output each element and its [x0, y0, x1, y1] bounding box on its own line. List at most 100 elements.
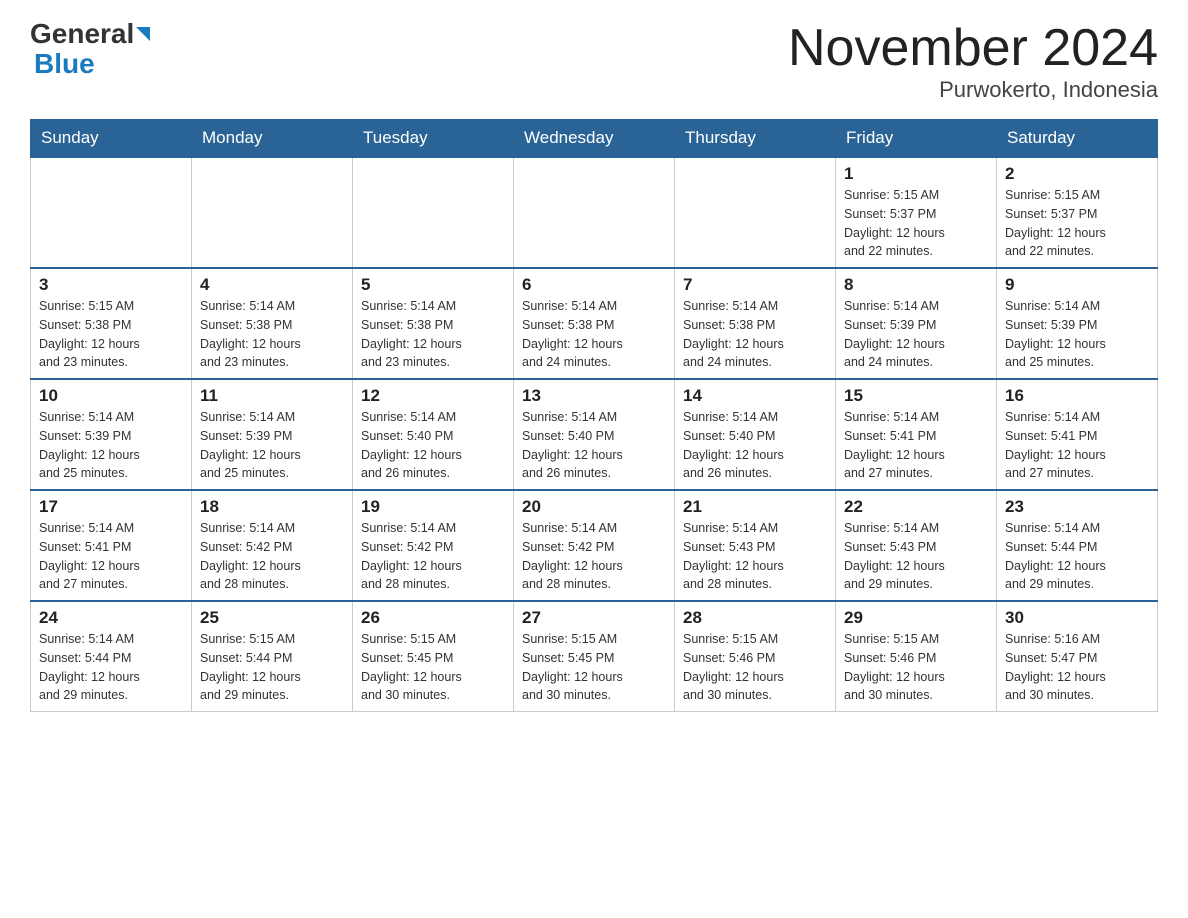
table-row: 18Sunrise: 5:14 AMSunset: 5:42 PMDayligh… [192, 490, 353, 601]
table-row: 11Sunrise: 5:14 AMSunset: 5:39 PMDayligh… [192, 379, 353, 490]
calendar-week-row: 24Sunrise: 5:14 AMSunset: 5:44 PMDayligh… [31, 601, 1158, 712]
table-row: 21Sunrise: 5:14 AMSunset: 5:43 PMDayligh… [675, 490, 836, 601]
calendar-week-row: 3Sunrise: 5:15 AMSunset: 5:38 PMDaylight… [31, 268, 1158, 379]
day-number: 19 [361, 497, 505, 517]
day-number: 25 [200, 608, 344, 628]
table-row [31, 157, 192, 268]
day-number: 14 [683, 386, 827, 406]
logo: General Blue [30, 20, 150, 80]
calendar-header-row: Sunday Monday Tuesday Wednesday Thursday… [31, 120, 1158, 158]
day-number: 4 [200, 275, 344, 295]
table-row: 14Sunrise: 5:14 AMSunset: 5:40 PMDayligh… [675, 379, 836, 490]
day-info: Sunrise: 5:14 AMSunset: 5:40 PMDaylight:… [683, 408, 827, 483]
day-number: 12 [361, 386, 505, 406]
calendar-week-row: 17Sunrise: 5:14 AMSunset: 5:41 PMDayligh… [31, 490, 1158, 601]
day-info: Sunrise: 5:14 AMSunset: 5:39 PMDaylight:… [39, 408, 183, 483]
table-row: 27Sunrise: 5:15 AMSunset: 5:45 PMDayligh… [514, 601, 675, 712]
day-info: Sunrise: 5:14 AMSunset: 5:40 PMDaylight:… [522, 408, 666, 483]
table-row: 3Sunrise: 5:15 AMSunset: 5:38 PMDaylight… [31, 268, 192, 379]
day-info: Sunrise: 5:15 AMSunset: 5:45 PMDaylight:… [522, 630, 666, 705]
header-monday: Monday [192, 120, 353, 158]
day-info: Sunrise: 5:14 AMSunset: 5:43 PMDaylight:… [844, 519, 988, 594]
table-row: 29Sunrise: 5:15 AMSunset: 5:46 PMDayligh… [836, 601, 997, 712]
day-number: 24 [39, 608, 183, 628]
table-row: 6Sunrise: 5:14 AMSunset: 5:38 PMDaylight… [514, 268, 675, 379]
day-info: Sunrise: 5:15 AMSunset: 5:38 PMDaylight:… [39, 297, 183, 372]
table-row: 23Sunrise: 5:14 AMSunset: 5:44 PMDayligh… [997, 490, 1158, 601]
title-block: November 2024 Purwokerto, Indonesia [788, 20, 1158, 103]
table-row: 9Sunrise: 5:14 AMSunset: 5:39 PMDaylight… [997, 268, 1158, 379]
day-number: 15 [844, 386, 988, 406]
calendar-title: November 2024 [788, 20, 1158, 77]
calendar-week-row: 1Sunrise: 5:15 AMSunset: 5:37 PMDaylight… [31, 157, 1158, 268]
table-row: 26Sunrise: 5:15 AMSunset: 5:45 PMDayligh… [353, 601, 514, 712]
day-info: Sunrise: 5:15 AMSunset: 5:46 PMDaylight:… [683, 630, 827, 705]
day-number: 20 [522, 497, 666, 517]
day-info: Sunrise: 5:15 AMSunset: 5:46 PMDaylight:… [844, 630, 988, 705]
table-row: 16Sunrise: 5:14 AMSunset: 5:41 PMDayligh… [997, 379, 1158, 490]
day-info: Sunrise: 5:14 AMSunset: 5:38 PMDaylight:… [361, 297, 505, 372]
calendar-subtitle: Purwokerto, Indonesia [788, 77, 1158, 103]
day-number: 9 [1005, 275, 1149, 295]
table-row: 17Sunrise: 5:14 AMSunset: 5:41 PMDayligh… [31, 490, 192, 601]
table-row: 2Sunrise: 5:15 AMSunset: 5:37 PMDaylight… [997, 157, 1158, 268]
calendar-week-row: 10Sunrise: 5:14 AMSunset: 5:39 PMDayligh… [31, 379, 1158, 490]
header-saturday: Saturday [997, 120, 1158, 158]
day-info: Sunrise: 5:14 AMSunset: 5:42 PMDaylight:… [522, 519, 666, 594]
day-info: Sunrise: 5:14 AMSunset: 5:38 PMDaylight:… [200, 297, 344, 372]
day-info: Sunrise: 5:14 AMSunset: 5:39 PMDaylight:… [844, 297, 988, 372]
day-number: 17 [39, 497, 183, 517]
day-number: 8 [844, 275, 988, 295]
day-info: Sunrise: 5:14 AMSunset: 5:43 PMDaylight:… [683, 519, 827, 594]
day-info: Sunrise: 5:15 AMSunset: 5:44 PMDaylight:… [200, 630, 344, 705]
day-number: 10 [39, 386, 183, 406]
day-info: Sunrise: 5:14 AMSunset: 5:44 PMDaylight:… [1005, 519, 1149, 594]
day-number: 7 [683, 275, 827, 295]
table-row: 30Sunrise: 5:16 AMSunset: 5:47 PMDayligh… [997, 601, 1158, 712]
table-row: 19Sunrise: 5:14 AMSunset: 5:42 PMDayligh… [353, 490, 514, 601]
table-row: 1Sunrise: 5:15 AMSunset: 5:37 PMDaylight… [836, 157, 997, 268]
table-row: 13Sunrise: 5:14 AMSunset: 5:40 PMDayligh… [514, 379, 675, 490]
day-number: 6 [522, 275, 666, 295]
table-row: 12Sunrise: 5:14 AMSunset: 5:40 PMDayligh… [353, 379, 514, 490]
day-info: Sunrise: 5:14 AMSunset: 5:41 PMDaylight:… [1005, 408, 1149, 483]
table-row: 24Sunrise: 5:14 AMSunset: 5:44 PMDayligh… [31, 601, 192, 712]
day-info: Sunrise: 5:14 AMSunset: 5:38 PMDaylight:… [522, 297, 666, 372]
day-number: 5 [361, 275, 505, 295]
table-row: 5Sunrise: 5:14 AMSunset: 5:38 PMDaylight… [353, 268, 514, 379]
logo-general: General [30, 20, 134, 48]
table-row [675, 157, 836, 268]
day-number: 11 [200, 386, 344, 406]
day-number: 27 [522, 608, 666, 628]
header-wednesday: Wednesday [514, 120, 675, 158]
table-row: 7Sunrise: 5:14 AMSunset: 5:38 PMDaylight… [675, 268, 836, 379]
day-info: Sunrise: 5:15 AMSunset: 5:37 PMDaylight:… [844, 186, 988, 261]
day-info: Sunrise: 5:14 AMSunset: 5:41 PMDaylight:… [844, 408, 988, 483]
day-info: Sunrise: 5:15 AMSunset: 5:37 PMDaylight:… [1005, 186, 1149, 261]
table-row: 4Sunrise: 5:14 AMSunset: 5:38 PMDaylight… [192, 268, 353, 379]
day-number: 28 [683, 608, 827, 628]
day-number: 22 [844, 497, 988, 517]
day-info: Sunrise: 5:14 AMSunset: 5:39 PMDaylight:… [200, 408, 344, 483]
day-info: Sunrise: 5:15 AMSunset: 5:45 PMDaylight:… [361, 630, 505, 705]
table-row [192, 157, 353, 268]
table-row: 20Sunrise: 5:14 AMSunset: 5:42 PMDayligh… [514, 490, 675, 601]
day-info: Sunrise: 5:14 AMSunset: 5:44 PMDaylight:… [39, 630, 183, 705]
day-number: 13 [522, 386, 666, 406]
table-row: 10Sunrise: 5:14 AMSunset: 5:39 PMDayligh… [31, 379, 192, 490]
table-row [514, 157, 675, 268]
page-header: General Blue November 2024 Purwokerto, I… [30, 20, 1158, 103]
day-number: 26 [361, 608, 505, 628]
day-number: 21 [683, 497, 827, 517]
day-info: Sunrise: 5:14 AMSunset: 5:40 PMDaylight:… [361, 408, 505, 483]
header-sunday: Sunday [31, 120, 192, 158]
day-number: 16 [1005, 386, 1149, 406]
day-info: Sunrise: 5:14 AMSunset: 5:41 PMDaylight:… [39, 519, 183, 594]
day-number: 3 [39, 275, 183, 295]
table-row [353, 157, 514, 268]
day-number: 29 [844, 608, 988, 628]
header-thursday: Thursday [675, 120, 836, 158]
table-row: 8Sunrise: 5:14 AMSunset: 5:39 PMDaylight… [836, 268, 997, 379]
day-number: 1 [844, 164, 988, 184]
header-friday: Friday [836, 120, 997, 158]
